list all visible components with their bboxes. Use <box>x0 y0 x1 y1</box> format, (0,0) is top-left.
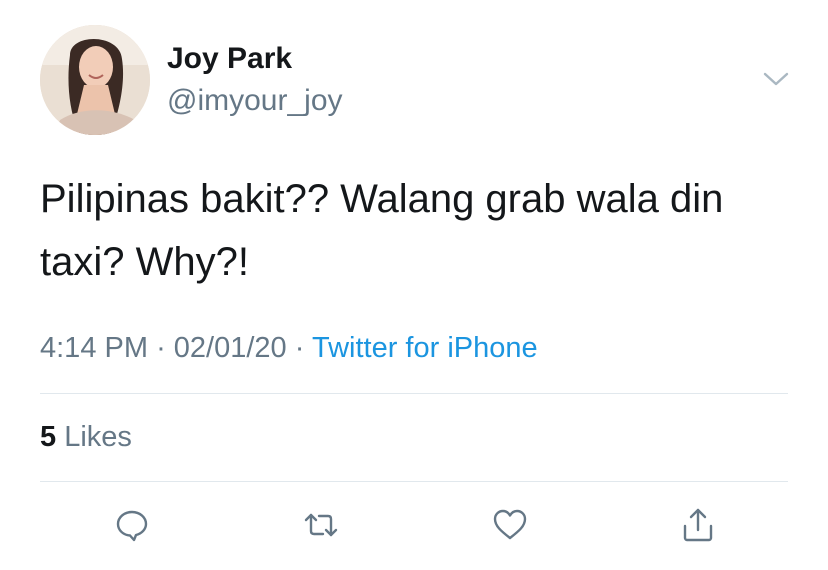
divider <box>40 481 788 482</box>
chevron-down-icon <box>763 72 789 86</box>
retweet-icon <box>304 513 338 537</box>
like-icon <box>493 509 527 540</box>
avatar[interactable] <box>40 25 150 135</box>
user-handle[interactable]: @imyour_joy <box>167 84 343 118</box>
divider <box>40 393 788 394</box>
retweet-button[interactable] <box>299 503 343 547</box>
tweet-text: Pilipinas bakit?? Walang grab wala din t… <box>40 177 724 284</box>
reply-icon <box>116 510 148 542</box>
tweet-source-link[interactable]: Twitter for iPhone <box>312 332 538 364</box>
reply-button[interactable] <box>110 503 154 547</box>
meta-separator: · <box>294 332 305 364</box>
tweet-meta: 4:14 PM · 02/01/20 · Twitter for iPhone <box>40 332 538 365</box>
likes-stat[interactable]: 5 Likes <box>40 421 132 454</box>
tweet-date: 02/01/20 <box>173 332 287 364</box>
likes-count: 5 <box>40 421 57 453</box>
more-options-button[interactable] <box>758 64 794 94</box>
share-button[interactable] <box>676 503 720 547</box>
display-name[interactable]: Joy Park <box>167 42 292 76</box>
share-icon <box>683 508 713 542</box>
like-button[interactable] <box>488 503 532 547</box>
meta-separator: · <box>156 332 166 364</box>
avatar-image <box>40 25 150 135</box>
likes-label: Likes <box>64 421 132 453</box>
tweet-time: 4:14 PM <box>40 332 148 364</box>
